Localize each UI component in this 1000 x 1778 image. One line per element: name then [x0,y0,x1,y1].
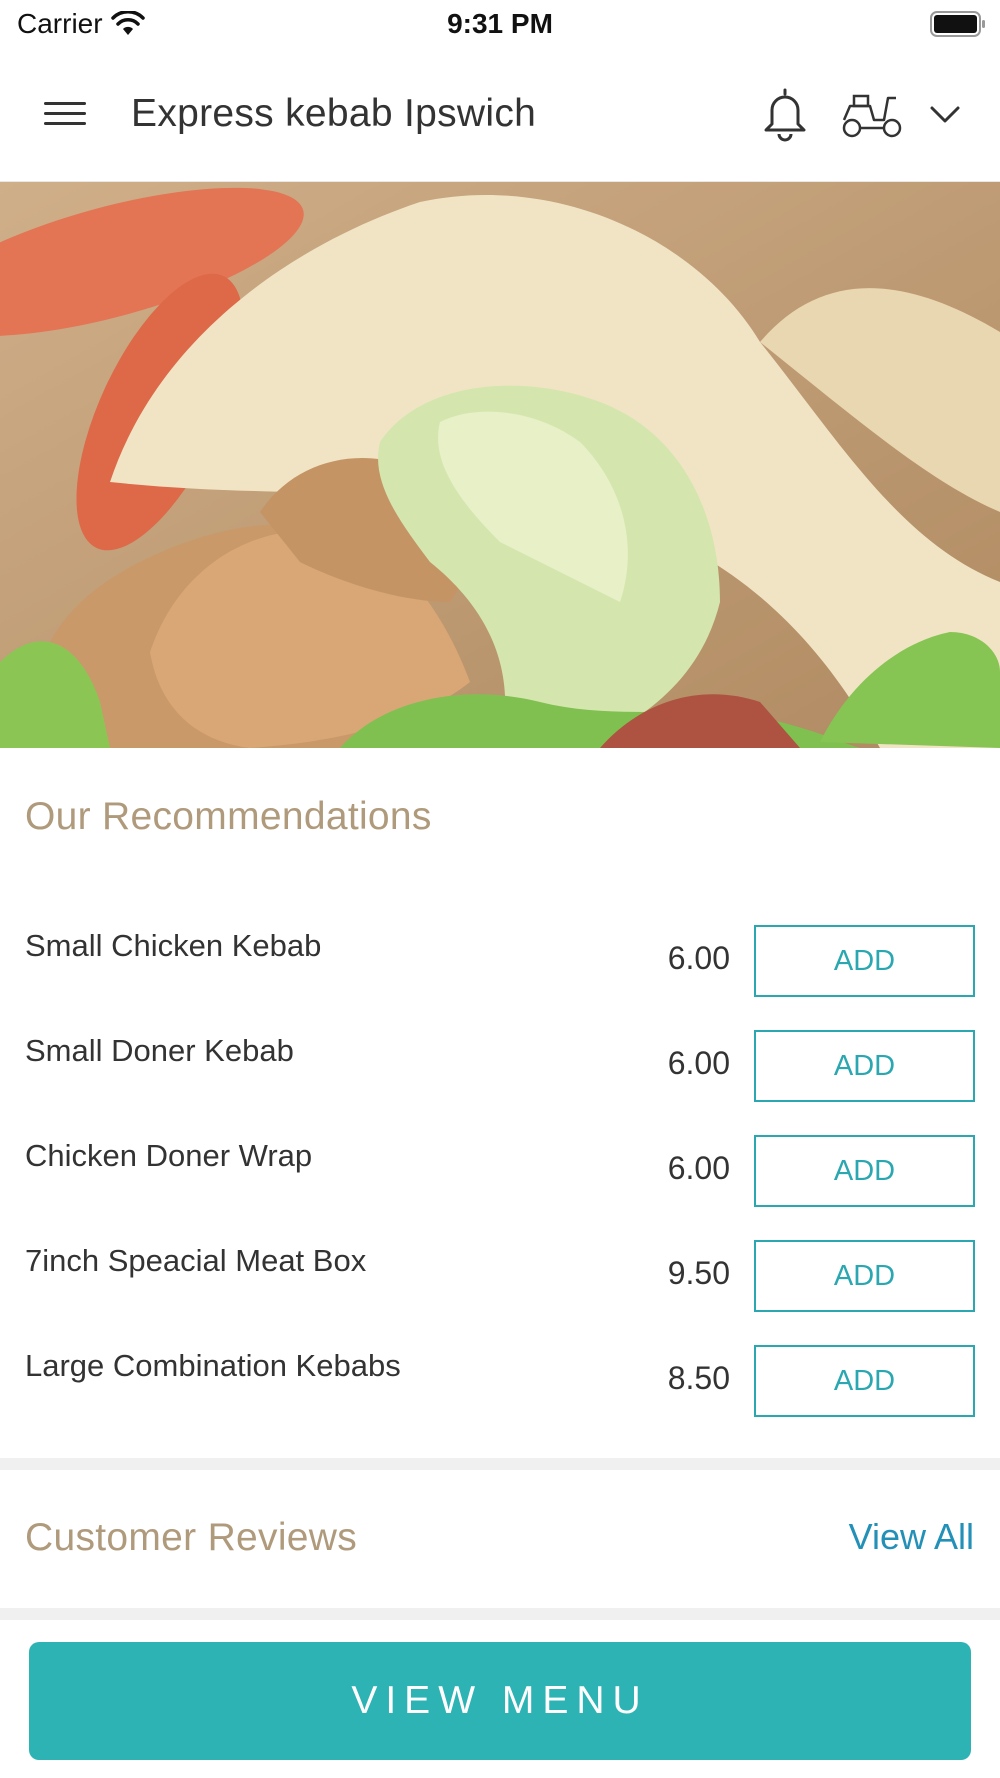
chevron-down-icon[interactable] [928,100,962,128]
item-price: 9.50 [667,1255,730,1291]
view-all-link[interactable]: View All [849,1516,974,1558]
list-item: Chicken Doner Wrap 6.00 ADD [0,1110,1000,1215]
item-name: Large Combination Kebabs [25,1348,401,1383]
item-price: 6.00 [667,940,730,976]
add-button[interactable]: ADD [754,925,975,997]
item-price: 6.00 [667,1150,730,1186]
item-name: Small Chicken Kebab [25,928,322,963]
section-divider [0,1458,1000,1470]
kebab-photo [0,182,1000,748]
list-item: Large Combination Kebabs 8.50 ADD [0,1320,1000,1425]
hero-image [0,182,1000,748]
add-button[interactable]: ADD [754,1345,975,1417]
list-item: 7inch Speacial Meat Box 9.50 ADD [0,1215,1000,1320]
list-item: Small Doner Kebab 6.00 ADD [0,1005,1000,1110]
page-title: Express kebab Ipswich [131,92,537,135]
item-name: Chicken Doner Wrap [25,1138,313,1173]
add-button[interactable]: ADD [754,1030,975,1102]
list-item: Small Chicken Kebab 6.00 ADD [0,900,1000,1005]
bell-icon[interactable] [758,86,812,142]
item-name: 7inch Speacial Meat Box [25,1243,367,1278]
add-button[interactable]: ADD [754,1135,975,1207]
status-bar: Carrier 9:31 PM [0,0,1000,48]
item-name: Small Doner Kebab [25,1033,294,1068]
view-menu-button[interactable]: VIEW MENU [29,1642,971,1760]
status-time: 9:31 PM [447,8,553,39]
battery-icon [930,11,985,37]
bottom-bar: VIEW MENU [0,1622,1000,1778]
section-divider [0,1608,1000,1620]
reviews-title: Customer Reviews [25,1516,358,1559]
add-button[interactable]: ADD [754,1240,975,1312]
item-price: 8.50 [667,1360,730,1396]
app-header: Express kebab Ipswich [0,48,1000,182]
scooter-delivery-icon[interactable] [840,90,904,140]
recommendations-title: Our Recommendations [25,795,432,838]
item-price: 6.00 [667,1045,730,1081]
hamburger-menu-icon[interactable] [40,94,90,134]
